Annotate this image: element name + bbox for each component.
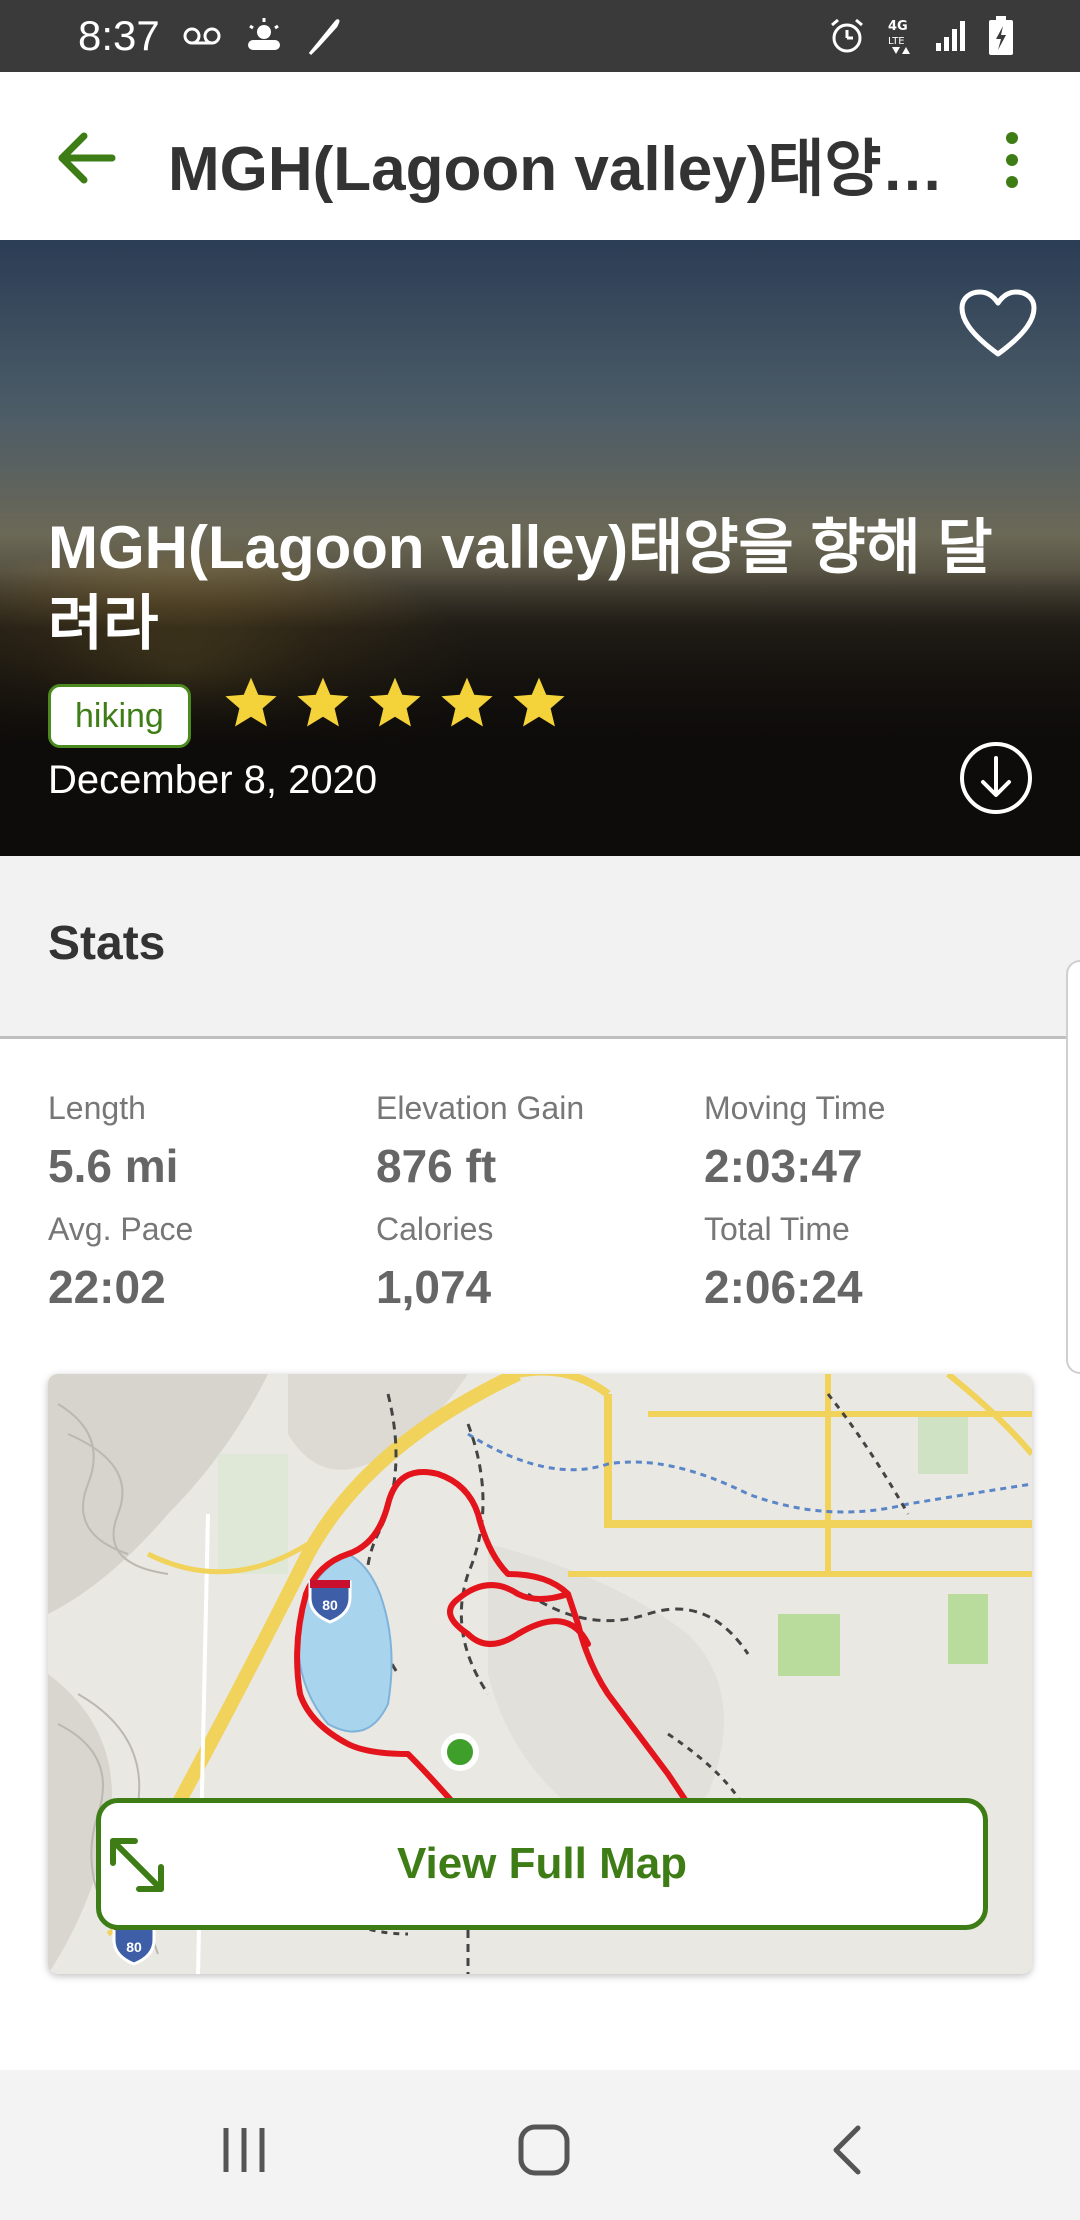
4g-lte-icon: 4G LTE <box>888 19 910 54</box>
stat-label: Length <box>48 1090 146 1126</box>
activity-tag: hiking <box>48 684 191 748</box>
stats-header: Stats <box>0 856 1080 1039</box>
feather-icon <box>308 19 340 56</box>
stat-length: Length 5.6 mi <box>48 1090 178 1193</box>
stat-label: Elevation Gain <box>376 1090 585 1126</box>
weather-icon <box>248 18 280 50</box>
route-map[interactable]: 80 80 View Full Map <box>48 1374 1032 1974</box>
stat-label: Total Time <box>704 1211 850 1247</box>
edge-panel-handle[interactable] <box>1066 960 1080 1374</box>
star-icon <box>225 677 277 727</box>
back-icon[interactable] <box>818 2120 878 2180</box>
interstate-shield-number: 80 <box>322 1597 338 1613</box>
arrow-left-icon[interactable] <box>52 122 124 194</box>
stat-label: Calories <box>376 1211 494 1247</box>
stat-value: 876 ft <box>376 1140 497 1192</box>
expand-arrows-icon <box>110 1838 164 1892</box>
stat-moving-time: Moving Time 2:03:47 <box>704 1090 885 1193</box>
status-time: 8:37 <box>78 12 160 59</box>
rating-stars <box>222 674 568 732</box>
download-circle-icon[interactable] <box>958 740 1034 816</box>
stat-value: 22:02 <box>48 1261 166 1313</box>
view-full-map-button[interactable]: View Full Map <box>96 1798 988 1930</box>
stat-value: 2:06:24 <box>704 1261 863 1313</box>
app-bar: MGH(Lagoon valley)태양을 향해 달려라 <box>0 72 1080 241</box>
stat-label: Avg. Pace <box>48 1211 194 1247</box>
interstate-shield-number: 80 <box>126 1939 142 1955</box>
voicemail-icon <box>183 27 221 45</box>
alarm-icon <box>831 18 863 53</box>
home-icon[interactable] <box>514 2120 574 2180</box>
activity-date: December 8, 2020 <box>48 758 378 802</box>
star-icon <box>369 677 421 727</box>
stat-total-time: Total Time 2:06:24 <box>704 1211 863 1314</box>
star-icon <box>513 677 565 727</box>
stat-value: 5.6 mi <box>48 1140 179 1192</box>
svg-text:LTE: LTE <box>888 36 905 47</box>
more-vert-icon[interactable] <box>990 128 1034 192</box>
page-title: MGH(Lagoon valley)태양을 향해 달려라 <box>168 135 948 204</box>
star-icon <box>297 677 349 727</box>
stat-avg-pace: Avg. Pace 22:02 <box>48 1211 193 1314</box>
stats-title: Stats <box>48 917 166 970</box>
heart-outline-icon[interactable] <box>958 288 1038 360</box>
hero-photo: MGH(Lagoon valley)태양을 향해 달려라 hiking Dece… <box>0 240 1080 856</box>
svg-text:4G: 4G <box>888 19 908 34</box>
stat-value: 1,074 <box>376 1261 492 1313</box>
status-bar: 8:37 4G LTE <box>0 0 1080 72</box>
battery-charging-icon <box>989 16 1013 55</box>
trail-title: MGH(Lagoon valley)태양을 향해 달려라 <box>48 514 993 657</box>
stat-elevation-gain: Elevation Gain 876 ft <box>376 1090 584 1193</box>
signal-icon <box>936 21 965 51</box>
stat-value: 2:03:47 <box>704 1140 863 1192</box>
system-nav-bar <box>0 2070 1080 2220</box>
stat-label: Moving Time <box>704 1090 886 1126</box>
stat-calories: Calories 1,074 <box>376 1211 493 1314</box>
recent-apps-icon[interactable] <box>214 2120 274 2180</box>
star-icon <box>441 677 493 727</box>
view-full-map-label: View Full Map <box>396 1839 688 1888</box>
